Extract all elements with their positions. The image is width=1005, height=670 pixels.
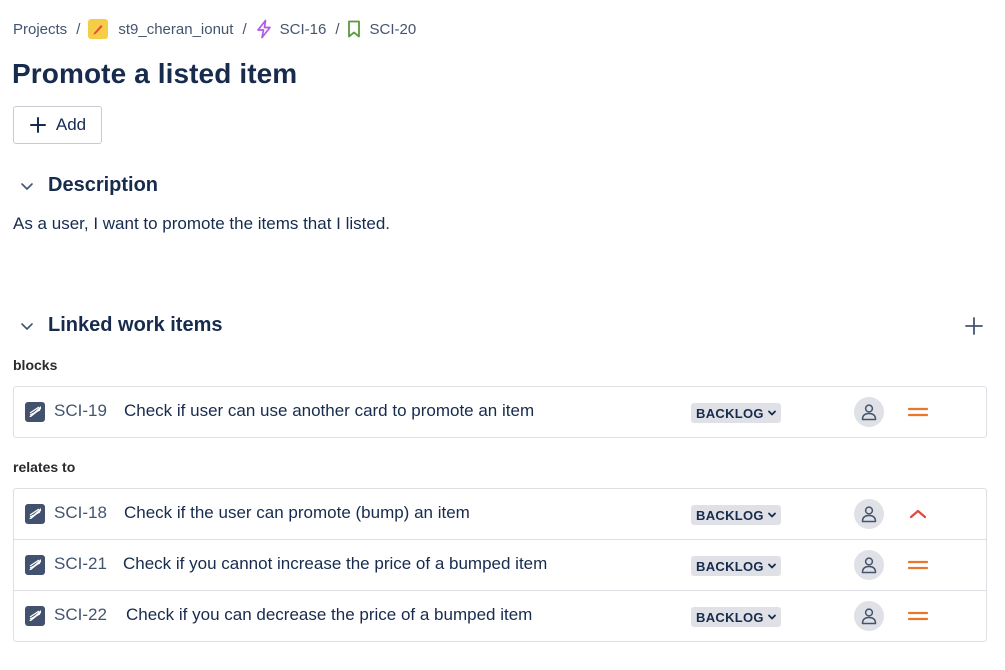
description-heading: Description (48, 174, 159, 196)
chevron-down-icon (767, 561, 777, 571)
story-bookmark-icon (347, 20, 361, 38)
priority-medium-icon (907, 555, 929, 575)
chevron-down-icon (18, 317, 36, 335)
work-item-summary[interactable]: Check if the user can promote (bump) an … (124, 503, 470, 523)
work-item-key[interactable]: SCI-18 (54, 503, 107, 523)
linked-items-section-header[interactable]: Linked work items (18, 314, 223, 337)
linked-items-list: SCI-19 Check if user can use another car… (13, 386, 987, 438)
status-dropdown[interactable]: BACKLOG (691, 556, 781, 576)
description-section-header[interactable]: Description (18, 174, 158, 197)
breadcrumb-projects-label: Projects (13, 20, 68, 38)
work-item-key[interactable]: SCI-21 (54, 554, 107, 574)
chevron-down-icon (767, 408, 777, 418)
breadcrumb-story[interactable]: SCI-20 (347, 20, 416, 38)
breadcrumb-epic[interactable]: SCI-16 (255, 19, 327, 39)
plus-icon (965, 317, 983, 335)
plus-icon (29, 116, 47, 134)
breadcrumb-separator: / (76, 20, 81, 38)
user-icon (861, 608, 877, 625)
work-item-summary[interactable]: Check if you cannot increase the price o… (123, 554, 547, 574)
breadcrumb-epic-label: SCI-16 (279, 20, 327, 38)
user-icon (861, 506, 877, 523)
chevron-down-icon (767, 612, 777, 622)
description-text[interactable]: As a user, I want to promote the items t… (13, 214, 390, 234)
breadcrumb-project[interactable]: st9_cheran_ionut (88, 19, 233, 39)
page-title[interactable]: Promote a listed item (12, 58, 297, 90)
work-item-summary[interactable]: Check if you can decrease the price of a… (126, 605, 532, 625)
linked-items-list: SCI-18 Check if the user can promote (bu… (13, 488, 987, 642)
user-icon (861, 557, 877, 574)
status-label: BACKLOG (696, 507, 764, 523)
linked-item-row[interactable]: SCI-18 Check if the user can promote (bu… (14, 489, 986, 540)
status-dropdown[interactable]: BACKLOG (691, 403, 781, 423)
test-type-icon (25, 402, 45, 422)
linked-item-row[interactable]: SCI-22 Check if you can decrease the pri… (14, 591, 986, 641)
user-icon (861, 404, 877, 421)
status-label: BACKLOG (696, 558, 764, 574)
chevron-down-icon (767, 510, 777, 520)
test-type-icon (25, 504, 45, 524)
breadcrumb-separator: / (242, 20, 247, 38)
add-linked-item-button[interactable] (964, 316, 984, 336)
priority-medium-icon (907, 606, 929, 626)
add-button-label: Add (55, 115, 87, 134)
status-label: BACKLOG (696, 609, 764, 625)
breadcrumb-story-label: SCI-20 (369, 20, 417, 38)
linked-item-row[interactable]: SCI-21 Check if you cannot increase the … (14, 540, 986, 591)
add-button[interactable]: Add (13, 106, 102, 144)
linked-item-row[interactable]: SCI-19 Check if user can use another car… (14, 387, 986, 437)
work-item-key[interactable]: SCI-19 (54, 401, 107, 421)
chevron-down-icon (18, 177, 36, 195)
breadcrumb-separator: / (335, 20, 340, 38)
priority-medium-icon (907, 402, 929, 422)
breadcrumb-project-label: st9_cheran_ionut (118, 20, 234, 38)
status-dropdown[interactable]: BACKLOG (691, 607, 781, 627)
breadcrumb: Projects / st9_cheran_ionut / SCI-16 / S… (13, 18, 416, 40)
status-dropdown[interactable]: BACKLOG (691, 505, 781, 525)
breadcrumb-projects[interactable]: Projects (13, 21, 67, 38)
assignee-avatar[interactable] (854, 550, 884, 580)
priority-high-icon (907, 504, 929, 524)
assignee-avatar[interactable] (854, 499, 884, 529)
linked-items-heading: Linked work items (48, 314, 223, 336)
assignee-avatar[interactable] (854, 397, 884, 427)
test-type-icon (25, 555, 45, 575)
status-label: BACKLOG (696, 405, 764, 421)
test-type-icon (25, 606, 45, 626)
link-group-label: relates to (13, 459, 76, 475)
work-item-summary[interactable]: Check if user can use another card to pr… (124, 401, 534, 421)
project-avatar-icon (88, 19, 109, 39)
assignee-avatar[interactable] (854, 601, 884, 631)
epic-lightning-icon (255, 19, 273, 39)
link-group-label: blocks (13, 357, 58, 373)
work-item-key[interactable]: SCI-22 (54, 605, 107, 625)
